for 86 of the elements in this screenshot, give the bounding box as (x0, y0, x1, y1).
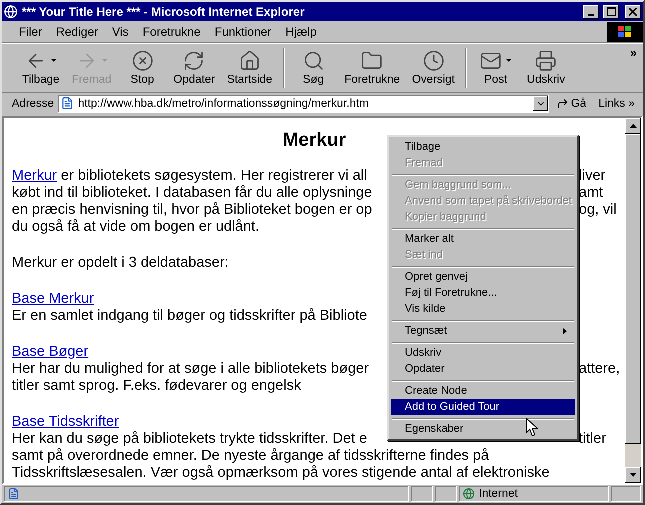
text-link[interactable]: Merkur (12, 168, 58, 184)
menu-item[interactable]: Filer (12, 24, 50, 38)
toolbar-button[interactable]: Udskriv (521, 50, 572, 86)
body-text: liver (579, 168, 607, 185)
globe-icon (463, 488, 475, 500)
menu-item[interactable]: Rediger (49, 24, 106, 38)
body-text: attere, (579, 361, 622, 378)
body-text: en præcis henvisning til, hvor på Biblioteket bogen er op (12, 202, 372, 218)
minimize-icon (588, 14, 594, 16)
address-field[interactable]: http://www.hba.dk/metro/informationssøgning/merkur.htm (58, 94, 550, 112)
home-icon (238, 50, 261, 72)
go-button[interactable]: Gå (553, 98, 591, 110)
submenu-arrow-icon (563, 328, 567, 334)
body-text: Her har du mulighed for at søge i alle bibliotekets bøger (12, 361, 370, 377)
body-text: og, vil (579, 202, 618, 219)
stop-icon (132, 50, 154, 72)
toolbar-button[interactable]: Foretrukne (338, 50, 406, 86)
menu-entry[interactable]: Tegnsæt (391, 323, 575, 339)
menu-entry[interactable]: Opdater (391, 361, 575, 377)
close-button[interactable] (625, 4, 641, 18)
text-link[interactable]: Base Bøger (12, 344, 89, 360)
menu-entry[interactable]: Marker alt (391, 231, 575, 247)
minimize-button[interactable] (583, 4, 599, 18)
toolbar-button[interactable]: Post (471, 50, 522, 86)
body-text: samt på overordnede emner. De nyeste årgange af tidsskrifterne findes på (12, 448, 490, 464)
maximize-button[interactable] (603, 4, 619, 18)
menu-entry[interactable]: Føj til Foretrukne... (391, 285, 575, 301)
go-arrow-icon (557, 98, 570, 110)
clock-icon (422, 50, 445, 72)
body-text: er bibliotekets søgesystem. Her registrerer vi all (60, 168, 368, 184)
page-icon (8, 488, 20, 500)
toolbar-button[interactable]: Tilbage (16, 50, 66, 86)
mail-icon (480, 50, 502, 72)
menu-entry[interactable]: Opret genvej (391, 269, 575, 285)
menu-entry[interactable]: Vis kilde (391, 301, 575, 317)
body-text: Tidsskriftslæsesalen. Vær også opmærksom på vores stigende antal af elektroniske (12, 465, 550, 481)
menu-entry[interactable]: Tilbage (391, 139, 575, 155)
menu-item[interactable]: Vis (105, 24, 136, 38)
scroll-up-button[interactable] (625, 118, 641, 134)
body-text: amt (579, 185, 604, 202)
body-text: Er en samlet indgang til bøger og tidsskrifter på Bibliote (12, 308, 368, 324)
close-icon (629, 8, 637, 16)
down-arrow-icon (630, 473, 636, 477)
up-arrow-icon (630, 124, 636, 128)
browser-icon (4, 4, 18, 18)
cursor-icon (526, 418, 538, 437)
maximize-icon (606, 7, 616, 16)
toolbar-button[interactable]: Startside (221, 50, 279, 86)
folder-icon (361, 50, 384, 72)
zone-label: Internet (479, 488, 518, 500)
menu-item[interactable]: Funktioner (208, 24, 279, 38)
window-title: *** Your Title Here *** - Microsoft Internet Explorer (22, 4, 306, 18)
scroll-down-button[interactable] (625, 467, 641, 483)
body-text: Her kan du søge på bibliotekets trykte tidsskrifter. Det e (12, 431, 368, 447)
body-text: titler (579, 431, 608, 448)
toolbar-button[interactable]: Opdater (168, 50, 222, 86)
text-link[interactable]: Base Merkur (12, 291, 94, 307)
address-label: Adresse (12, 98, 54, 110)
text-link[interactable]: Base Tidsskrifter (12, 414, 120, 430)
menu-entry[interactable]: Egenskaber (391, 421, 575, 437)
body-text: Merkur er opdelt i 3 deldatabaser: (12, 255, 229, 271)
menu-item[interactable]: Hjælp (278, 24, 324, 38)
page-heading: Merkur (282, 130, 346, 152)
scrollbar[interactable] (625, 118, 641, 483)
caret-icon (51, 59, 57, 63)
scroll-thumb[interactable] (625, 134, 641, 444)
menu-entry[interactable]: Create Node (391, 383, 575, 399)
dropdown-button[interactable] (533, 96, 548, 111)
search-icon (302, 50, 325, 72)
body-text: købt ind til biblioteket. I databasen får du alle oplysninge (12, 185, 372, 201)
toolbar-button[interactable]: Søg (288, 50, 339, 86)
links-button[interactable]: Links » (594, 98, 639, 110)
menu-entry[interactable]: Udskriv (391, 345, 575, 361)
page-icon (61, 97, 74, 110)
body-text: du også få at vide om bogen er udlånt. (12, 219, 260, 235)
printer-icon (535, 50, 558, 72)
caret-icon (102, 59, 108, 63)
more-button[interactable]: » (624, 44, 643, 62)
body-text: titler samt sprog. F.eks. fødevarer og engelsk (12, 378, 302, 394)
logo-icon (607, 22, 643, 42)
refresh-icon (183, 50, 206, 72)
toolbar-button[interactable]: Stop (118, 50, 168, 86)
menu-entry[interactable]: Add to Guided Tour (391, 399, 575, 415)
caret-icon (506, 59, 512, 63)
toolbar-button[interactable]: Oversigt (406, 50, 462, 86)
menu-item[interactable]: Foretrukne (136, 24, 208, 38)
